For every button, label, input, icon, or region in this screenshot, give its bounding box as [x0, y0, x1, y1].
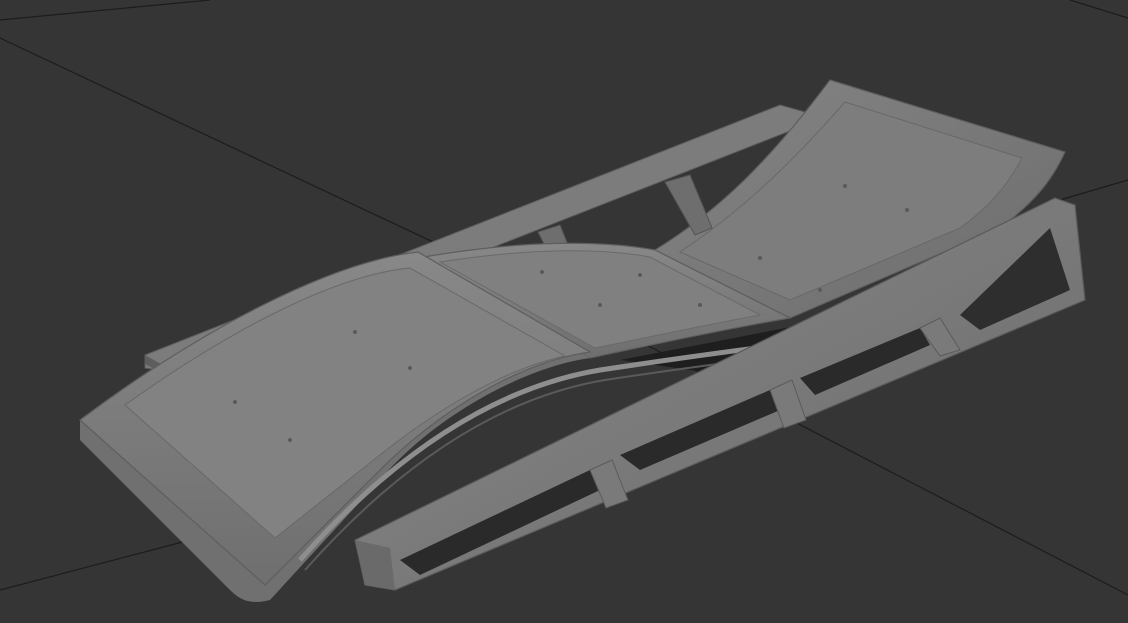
tuft-button	[233, 400, 237, 404]
tuft-button	[843, 184, 847, 188]
3d-viewport[interactable]	[0, 0, 1128, 623]
tuft-button	[598, 303, 602, 307]
tuft-button	[353, 330, 357, 334]
tuft-button	[288, 438, 292, 442]
tuft-button	[638, 273, 642, 277]
tuft-button	[540, 270, 544, 274]
viewport-canvas[interactable]	[0, 0, 1128, 623]
tuft-button	[905, 208, 909, 212]
tuft-button	[698, 303, 702, 307]
tuft-button	[818, 288, 822, 292]
tuft-button	[758, 256, 762, 260]
tuft-button	[408, 366, 412, 370]
